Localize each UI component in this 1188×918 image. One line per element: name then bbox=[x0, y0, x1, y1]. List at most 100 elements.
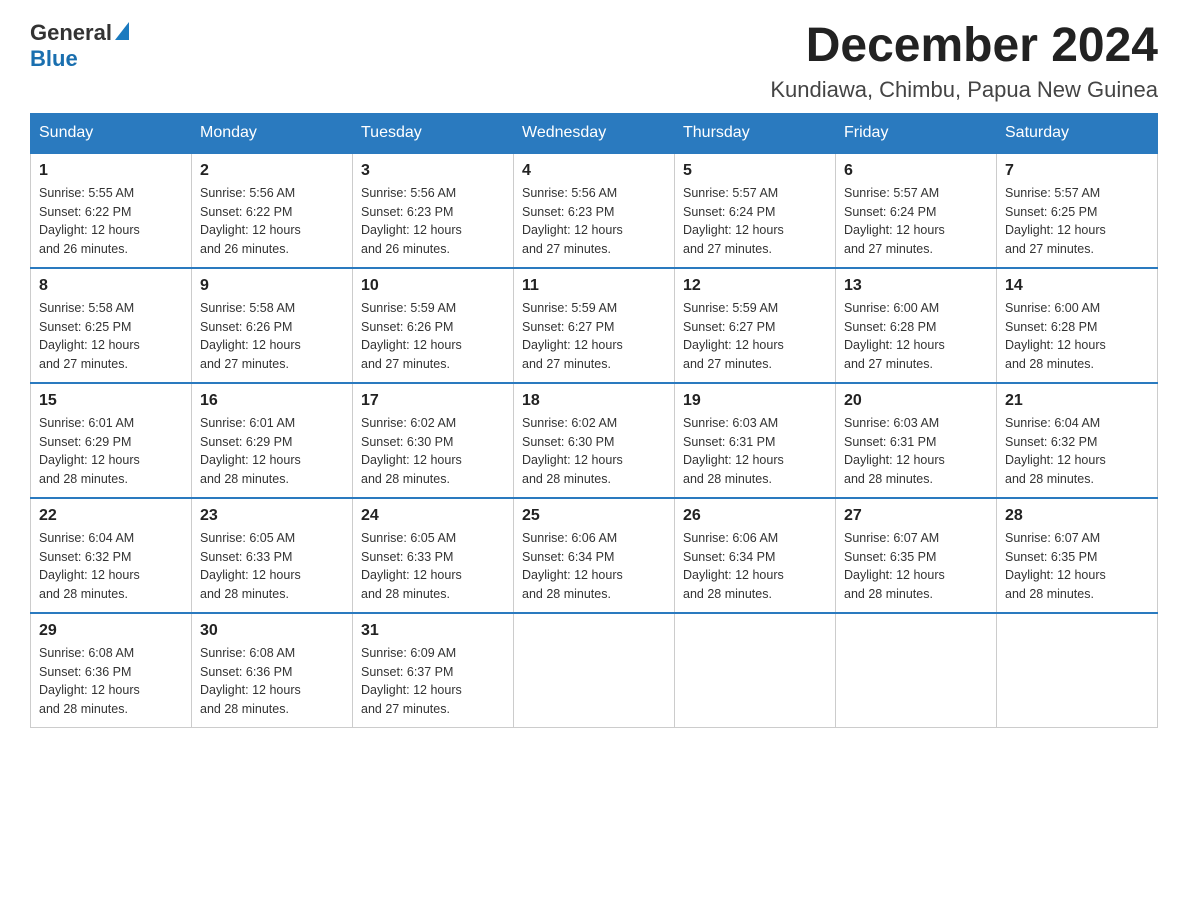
calendar-day-cell: 26 Sunrise: 6:06 AM Sunset: 6:34 PM Dayl… bbox=[675, 498, 836, 613]
calendar-day-cell: 23 Sunrise: 6:05 AM Sunset: 6:33 PM Dayl… bbox=[192, 498, 353, 613]
day-number: 21 bbox=[1005, 392, 1149, 410]
day-number: 12 bbox=[683, 277, 827, 295]
day-number: 17 bbox=[361, 392, 505, 410]
day-info: Sunrise: 6:01 AM Sunset: 6:29 PM Dayligh… bbox=[200, 414, 344, 489]
day-number: 7 bbox=[1005, 162, 1149, 180]
calendar-day-cell: 22 Sunrise: 6:04 AM Sunset: 6:32 PM Dayl… bbox=[31, 498, 192, 613]
day-info: Sunrise: 5:56 AM Sunset: 6:23 PM Dayligh… bbox=[522, 184, 666, 259]
day-info: Sunrise: 6:06 AM Sunset: 6:34 PM Dayligh… bbox=[522, 529, 666, 604]
title-area: December 2024 Kundiawa, Chimbu, Papua Ne… bbox=[770, 20, 1158, 103]
day-number: 5 bbox=[683, 162, 827, 180]
month-year-title: December 2024 bbox=[770, 20, 1158, 73]
day-number: 13 bbox=[844, 277, 988, 295]
calendar-day-cell: 12 Sunrise: 5:59 AM Sunset: 6:27 PM Dayl… bbox=[675, 268, 836, 383]
day-number: 8 bbox=[39, 277, 183, 295]
calendar-week-row: 29 Sunrise: 6:08 AM Sunset: 6:36 PM Dayl… bbox=[31, 613, 1158, 728]
day-info: Sunrise: 6:00 AM Sunset: 6:28 PM Dayligh… bbox=[1005, 299, 1149, 374]
day-number: 30 bbox=[200, 622, 344, 640]
day-info: Sunrise: 5:59 AM Sunset: 6:27 PM Dayligh… bbox=[683, 299, 827, 374]
calendar-day-cell: 27 Sunrise: 6:07 AM Sunset: 6:35 PM Dayl… bbox=[836, 498, 997, 613]
weekday-header-thursday: Thursday bbox=[675, 113, 836, 153]
day-info: Sunrise: 6:01 AM Sunset: 6:29 PM Dayligh… bbox=[39, 414, 183, 489]
day-info: Sunrise: 6:08 AM Sunset: 6:36 PM Dayligh… bbox=[200, 644, 344, 719]
page-header: General Blue December 2024 Kundiawa, Chi… bbox=[30, 20, 1158, 103]
day-info: Sunrise: 5:57 AM Sunset: 6:25 PM Dayligh… bbox=[1005, 184, 1149, 259]
weekday-header-monday: Monday bbox=[192, 113, 353, 153]
calendar-day-cell bbox=[836, 613, 997, 728]
day-info: Sunrise: 5:57 AM Sunset: 6:24 PM Dayligh… bbox=[683, 184, 827, 259]
day-info: Sunrise: 5:57 AM Sunset: 6:24 PM Dayligh… bbox=[844, 184, 988, 259]
calendar-day-cell bbox=[675, 613, 836, 728]
calendar-day-cell: 2 Sunrise: 5:56 AM Sunset: 6:22 PM Dayli… bbox=[192, 153, 353, 268]
calendar-day-cell: 20 Sunrise: 6:03 AM Sunset: 6:31 PM Dayl… bbox=[836, 383, 997, 498]
day-number: 23 bbox=[200, 507, 344, 525]
day-info: Sunrise: 6:02 AM Sunset: 6:30 PM Dayligh… bbox=[361, 414, 505, 489]
day-number: 20 bbox=[844, 392, 988, 410]
calendar-day-cell: 15 Sunrise: 6:01 AM Sunset: 6:29 PM Dayl… bbox=[31, 383, 192, 498]
day-number: 24 bbox=[361, 507, 505, 525]
day-number: 26 bbox=[683, 507, 827, 525]
day-number: 11 bbox=[522, 277, 666, 295]
day-info: Sunrise: 6:06 AM Sunset: 6:34 PM Dayligh… bbox=[683, 529, 827, 604]
day-number: 2 bbox=[200, 162, 344, 180]
calendar-week-row: 22 Sunrise: 6:04 AM Sunset: 6:32 PM Dayl… bbox=[31, 498, 1158, 613]
weekday-header-sunday: Sunday bbox=[31, 113, 192, 153]
day-info: Sunrise: 6:04 AM Sunset: 6:32 PM Dayligh… bbox=[1005, 414, 1149, 489]
day-number: 31 bbox=[361, 622, 505, 640]
day-number: 1 bbox=[39, 162, 183, 180]
calendar-day-cell: 3 Sunrise: 5:56 AM Sunset: 6:23 PM Dayli… bbox=[353, 153, 514, 268]
day-number: 19 bbox=[683, 392, 827, 410]
day-info: Sunrise: 6:00 AM Sunset: 6:28 PM Dayligh… bbox=[844, 299, 988, 374]
calendar-day-cell: 24 Sunrise: 6:05 AM Sunset: 6:33 PM Dayl… bbox=[353, 498, 514, 613]
day-info: Sunrise: 6:05 AM Sunset: 6:33 PM Dayligh… bbox=[200, 529, 344, 604]
day-info: Sunrise: 6:03 AM Sunset: 6:31 PM Dayligh… bbox=[844, 414, 988, 489]
day-info: Sunrise: 5:55 AM Sunset: 6:22 PM Dayligh… bbox=[39, 184, 183, 259]
logo-general-text: General bbox=[30, 20, 112, 46]
calendar-day-cell: 7 Sunrise: 5:57 AM Sunset: 6:25 PM Dayli… bbox=[997, 153, 1158, 268]
logo-arrow-icon bbox=[115, 22, 129, 40]
calendar-day-cell: 21 Sunrise: 6:04 AM Sunset: 6:32 PM Dayl… bbox=[997, 383, 1158, 498]
day-number: 10 bbox=[361, 277, 505, 295]
calendar-day-cell: 1 Sunrise: 5:55 AM Sunset: 6:22 PM Dayli… bbox=[31, 153, 192, 268]
day-info: Sunrise: 5:58 AM Sunset: 6:25 PM Dayligh… bbox=[39, 299, 183, 374]
day-info: Sunrise: 6:07 AM Sunset: 6:35 PM Dayligh… bbox=[1005, 529, 1149, 604]
calendar-day-cell: 31 Sunrise: 6:09 AM Sunset: 6:37 PM Dayl… bbox=[353, 613, 514, 728]
day-info: Sunrise: 6:09 AM Sunset: 6:37 PM Dayligh… bbox=[361, 644, 505, 719]
calendar-day-cell: 30 Sunrise: 6:08 AM Sunset: 6:36 PM Dayl… bbox=[192, 613, 353, 728]
day-number: 3 bbox=[361, 162, 505, 180]
day-number: 14 bbox=[1005, 277, 1149, 295]
calendar-week-row: 1 Sunrise: 5:55 AM Sunset: 6:22 PM Dayli… bbox=[31, 153, 1158, 268]
day-info: Sunrise: 5:56 AM Sunset: 6:23 PM Dayligh… bbox=[361, 184, 505, 259]
day-number: 29 bbox=[39, 622, 183, 640]
weekday-header-tuesday: Tuesday bbox=[353, 113, 514, 153]
day-info: Sunrise: 6:03 AM Sunset: 6:31 PM Dayligh… bbox=[683, 414, 827, 489]
day-info: Sunrise: 5:59 AM Sunset: 6:27 PM Dayligh… bbox=[522, 299, 666, 374]
calendar-day-cell: 17 Sunrise: 6:02 AM Sunset: 6:30 PM Dayl… bbox=[353, 383, 514, 498]
day-info: Sunrise: 6:07 AM Sunset: 6:35 PM Dayligh… bbox=[844, 529, 988, 604]
day-number: 22 bbox=[39, 507, 183, 525]
calendar-day-cell: 9 Sunrise: 5:58 AM Sunset: 6:26 PM Dayli… bbox=[192, 268, 353, 383]
day-number: 18 bbox=[522, 392, 666, 410]
day-number: 4 bbox=[522, 162, 666, 180]
calendar-day-cell: 14 Sunrise: 6:00 AM Sunset: 6:28 PM Dayl… bbox=[997, 268, 1158, 383]
weekday-header-friday: Friday bbox=[836, 113, 997, 153]
day-number: 6 bbox=[844, 162, 988, 180]
weekday-header-saturday: Saturday bbox=[997, 113, 1158, 153]
weekday-header-row: SundayMondayTuesdayWednesdayThursdayFrid… bbox=[31, 113, 1158, 153]
calendar-day-cell: 29 Sunrise: 6:08 AM Sunset: 6:36 PM Dayl… bbox=[31, 613, 192, 728]
day-number: 28 bbox=[1005, 507, 1149, 525]
day-info: Sunrise: 6:05 AM Sunset: 6:33 PM Dayligh… bbox=[361, 529, 505, 604]
calendar-day-cell bbox=[997, 613, 1158, 728]
day-number: 15 bbox=[39, 392, 183, 410]
day-info: Sunrise: 5:59 AM Sunset: 6:26 PM Dayligh… bbox=[361, 299, 505, 374]
calendar-day-cell: 5 Sunrise: 5:57 AM Sunset: 6:24 PM Dayli… bbox=[675, 153, 836, 268]
day-number: 27 bbox=[844, 507, 988, 525]
day-info: Sunrise: 6:02 AM Sunset: 6:30 PM Dayligh… bbox=[522, 414, 666, 489]
calendar-day-cell bbox=[514, 613, 675, 728]
calendar-day-cell: 8 Sunrise: 5:58 AM Sunset: 6:25 PM Dayli… bbox=[31, 268, 192, 383]
calendar-day-cell: 6 Sunrise: 5:57 AM Sunset: 6:24 PM Dayli… bbox=[836, 153, 997, 268]
calendar-day-cell: 4 Sunrise: 5:56 AM Sunset: 6:23 PM Dayli… bbox=[514, 153, 675, 268]
location-subtitle: Kundiawa, Chimbu, Papua New Guinea bbox=[770, 77, 1158, 103]
calendar-day-cell: 19 Sunrise: 6:03 AM Sunset: 6:31 PM Dayl… bbox=[675, 383, 836, 498]
day-info: Sunrise: 5:58 AM Sunset: 6:26 PM Dayligh… bbox=[200, 299, 344, 374]
